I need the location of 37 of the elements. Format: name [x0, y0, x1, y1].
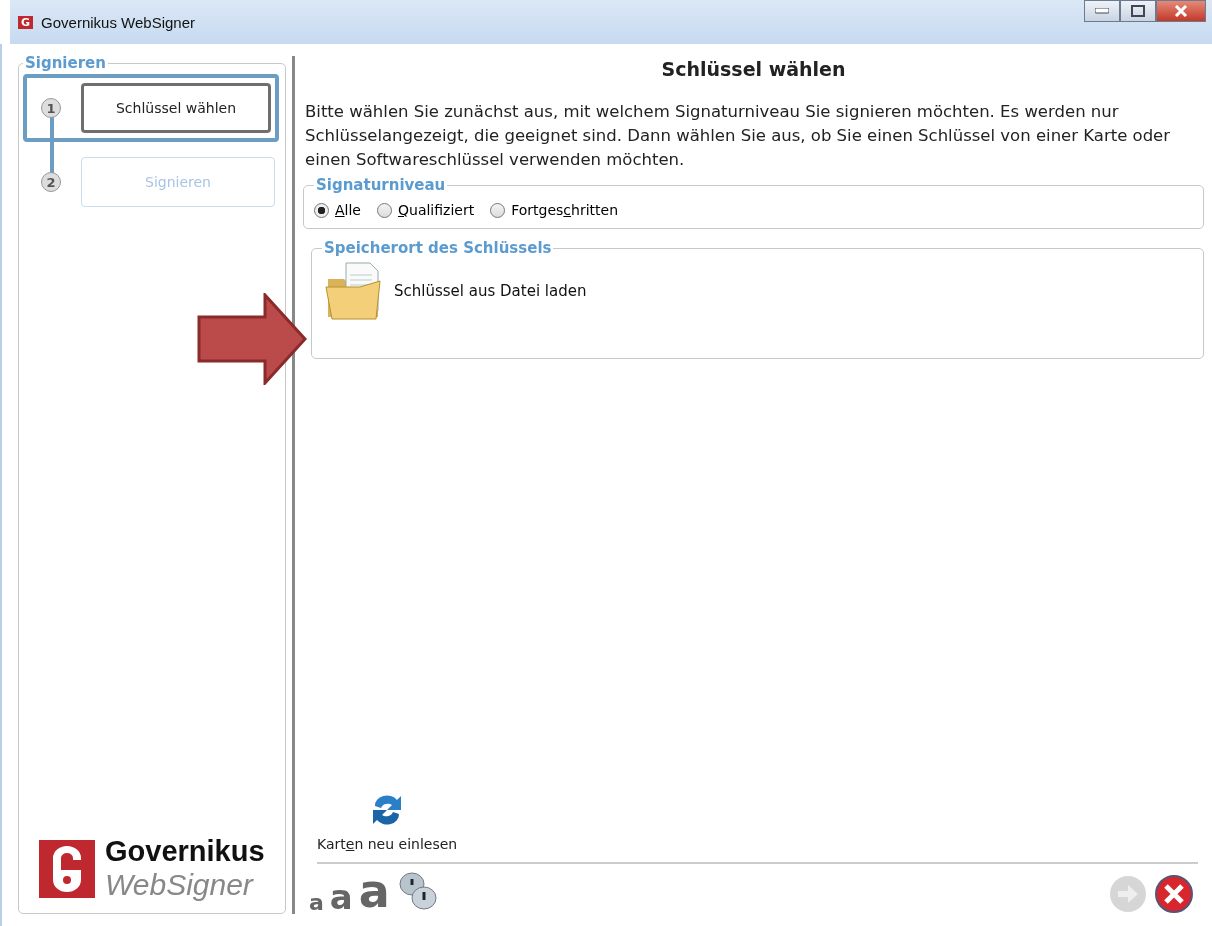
group-title: Speicherort des Schlüssels [323, 239, 553, 257]
step-number: 1 [41, 98, 61, 118]
font-size-button[interactable]: a [358, 868, 390, 914]
step-item[interactable]: 1 Schlüssel wählen [23, 74, 279, 142]
radio-option[interactable]: Alle [314, 202, 361, 218]
logo-icon [39, 839, 95, 898]
minimize-icon [1095, 8, 1109, 14]
reload-cards-button[interactable]: Karten neu einlesen [317, 790, 458, 852]
radio-option[interactable]: Fortgeschritten [490, 202, 619, 218]
panel-title: Signieren [24, 54, 107, 72]
minimize-button[interactable] [1084, 0, 1120, 22]
font-size-button[interactable]: a [309, 892, 324, 914]
font-size-button[interactable]: a [329, 880, 353, 914]
close-icon [1174, 5, 1188, 17]
cancel-icon[interactable] [1154, 874, 1194, 914]
maximize-icon [1131, 5, 1145, 17]
logo-product: WebSigner [105, 868, 255, 901]
radio-button[interactable] [377, 202, 392, 218]
close-button[interactable] [1156, 0, 1206, 22]
group-title: Signaturniveau [315, 176, 447, 194]
radio-label: Fortgeschritten [511, 202, 619, 218]
step-number: 2 [41, 172, 61, 192]
page-heading: Schlüssel wählen [660, 58, 847, 80]
app-icon: G [18, 15, 34, 29]
step-item[interactable]: 2 Signieren [23, 148, 279, 216]
window-title: Governikus WebSigner [41, 13, 195, 31]
radio-button[interactable] [314, 202, 329, 218]
step-label: Signieren [81, 157, 275, 207]
radio-button[interactable] [490, 202, 506, 218]
radio-label: Qualifiziert [398, 202, 475, 218]
intro-text: Bitte wählen Sie zunächst aus, mit welchem Signaturniveau Sie signieren möchten. Es werden nur Schlüsselangezeigt, die geeignet sind. Dann wählen Sie aus, ob Sie einen Schlüssel von einer Karte oder einen Softwareschlüssel verwenden möchten. [305, 101, 1172, 171]
radio-label: Alle [335, 202, 361, 218]
load-from-file-button[interactable]: Schlüssel aus Datei laden [322, 257, 1193, 325]
radio-option[interactable]: Qualifiziert [377, 202, 475, 218]
logo-name: Governikus [105, 836, 265, 868]
step-label: Schlüssel wählen [81, 83, 271, 133]
maximize-button[interactable] [1120, 0, 1156, 22]
